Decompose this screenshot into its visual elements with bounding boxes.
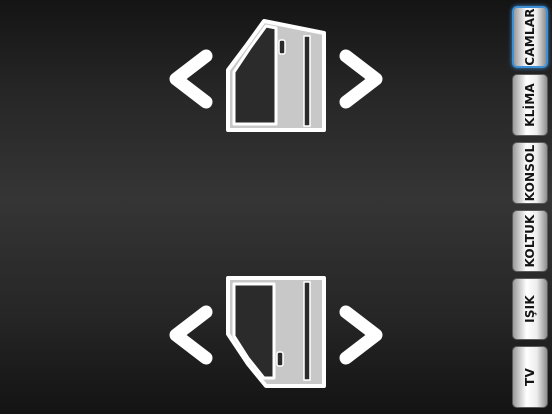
front-window-row	[160, 18, 392, 138]
chevron-right-icon	[339, 305, 383, 365]
front-window-right-button[interactable]	[332, 48, 390, 110]
rear-window-row	[160, 274, 392, 394]
app-screen: CAMLAR KLİMA KONSOL KOLTUK IŞIK TV	[0, 0, 552, 414]
window-control-area	[0, 0, 508, 414]
rear-door-window-icon	[226, 274, 328, 394]
tab-konsol[interactable]: KONSOL	[512, 142, 548, 204]
tab-camlar[interactable]: CAMLAR	[512, 6, 548, 68]
tab-tv[interactable]: TV	[512, 346, 548, 408]
tab-isik-label: IŞIK	[523, 295, 537, 323]
tab-konsol-label: KONSOL	[523, 144, 537, 202]
tab-camlar-label: CAMLAR	[523, 8, 537, 66]
tab-tv-label: TV	[523, 368, 537, 386]
side-menu: CAMLAR KLİMA KONSOL KOLTUK IŞIK TV	[508, 0, 552, 414]
front-door-window-icon	[226, 18, 328, 138]
rear-window-left-button[interactable]	[162, 304, 220, 366]
front-window-left-button[interactable]	[162, 48, 220, 110]
chevron-right-icon	[339, 49, 383, 109]
chevron-left-icon	[169, 49, 213, 109]
rear-window-right-button[interactable]	[332, 304, 390, 366]
tab-koltuk[interactable]: KOLTUK	[512, 210, 548, 272]
chevron-left-icon	[169, 305, 213, 365]
tab-klima[interactable]: KLİMA	[512, 74, 548, 136]
tab-isik[interactable]: IŞIK	[512, 278, 548, 340]
tab-klima-label: KLİMA	[523, 83, 537, 127]
tab-koltuk-label: KOLTUK	[523, 214, 537, 268]
